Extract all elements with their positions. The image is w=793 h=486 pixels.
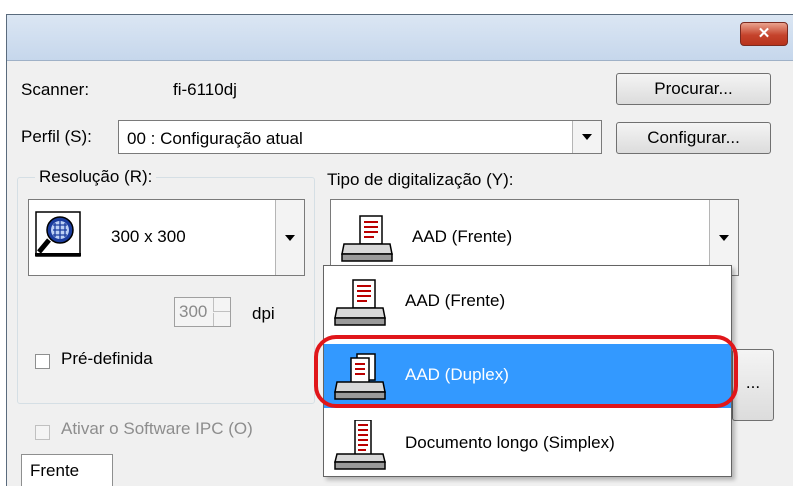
spin-down-icon bbox=[213, 313, 230, 326]
resolution-group-label: Resolução (R): bbox=[35, 167, 157, 187]
title-bar: ✕ bbox=[7, 15, 793, 61]
list-item-label: Documento longo (Simplex) bbox=[405, 433, 615, 452]
list-item-adf-front[interactable]: AAD (Frente) bbox=[324, 270, 731, 334]
tab-front[interactable]: Frente bbox=[21, 454, 113, 486]
resolution-select[interactable]: 300 x 300 bbox=[28, 199, 305, 276]
profile-label: Perfil (S): bbox=[21, 127, 92, 146]
predefined-checkbox[interactable] bbox=[35, 354, 50, 369]
ipc-label: Ativar o Software IPC (O) bbox=[61, 419, 253, 438]
scan-type-value: AAD (Frente) bbox=[412, 227, 513, 246]
ipc-checkbox[interactable] bbox=[35, 425, 50, 440]
tab-front-label: Frente bbox=[30, 461, 80, 480]
chevron-down-icon[interactable] bbox=[275, 200, 304, 275]
close-button[interactable]: ✕ bbox=[740, 22, 788, 46]
adf-front-icon bbox=[334, 279, 386, 326]
scanner-label: Scanner: bbox=[21, 80, 90, 99]
resolution-spinner: 300 bbox=[174, 297, 231, 327]
list-item-label: AAD (Frente) bbox=[405, 291, 506, 310]
magnifier-resolution-icon bbox=[35, 211, 81, 257]
scan-type-label: Tipo de digitalização (Y): bbox=[327, 170, 514, 189]
resolution-value: 300 x 300 bbox=[111, 227, 186, 246]
highlight-annotation bbox=[314, 335, 738, 408]
chevron-down-icon[interactable] bbox=[709, 200, 738, 275]
configure-button[interactable]: Configurar... bbox=[616, 122, 771, 154]
resolution-spinner-value: 300 bbox=[179, 302, 208, 321]
browse-button[interactable]: Procurar... bbox=[616, 73, 771, 105]
profile-select-value: 00 : Configuração atual bbox=[127, 129, 303, 148]
predefined-label: Pré-definida bbox=[61, 349, 153, 368]
long-document-icon bbox=[334, 420, 386, 470]
chevron-down-icon[interactable] bbox=[572, 121, 601, 153]
adf-front-icon bbox=[341, 215, 393, 262]
dpi-label: dpi bbox=[252, 304, 275, 323]
scanner-model: fi-6110dj bbox=[173, 80, 237, 99]
spin-up-icon bbox=[213, 298, 230, 312]
more-button[interactable]: ... bbox=[732, 349, 774, 421]
list-item-long-document[interactable]: Documento longo (Simplex) bbox=[324, 412, 731, 476]
profile-select[interactable]: 00 : Configuração atual bbox=[118, 120, 602, 154]
